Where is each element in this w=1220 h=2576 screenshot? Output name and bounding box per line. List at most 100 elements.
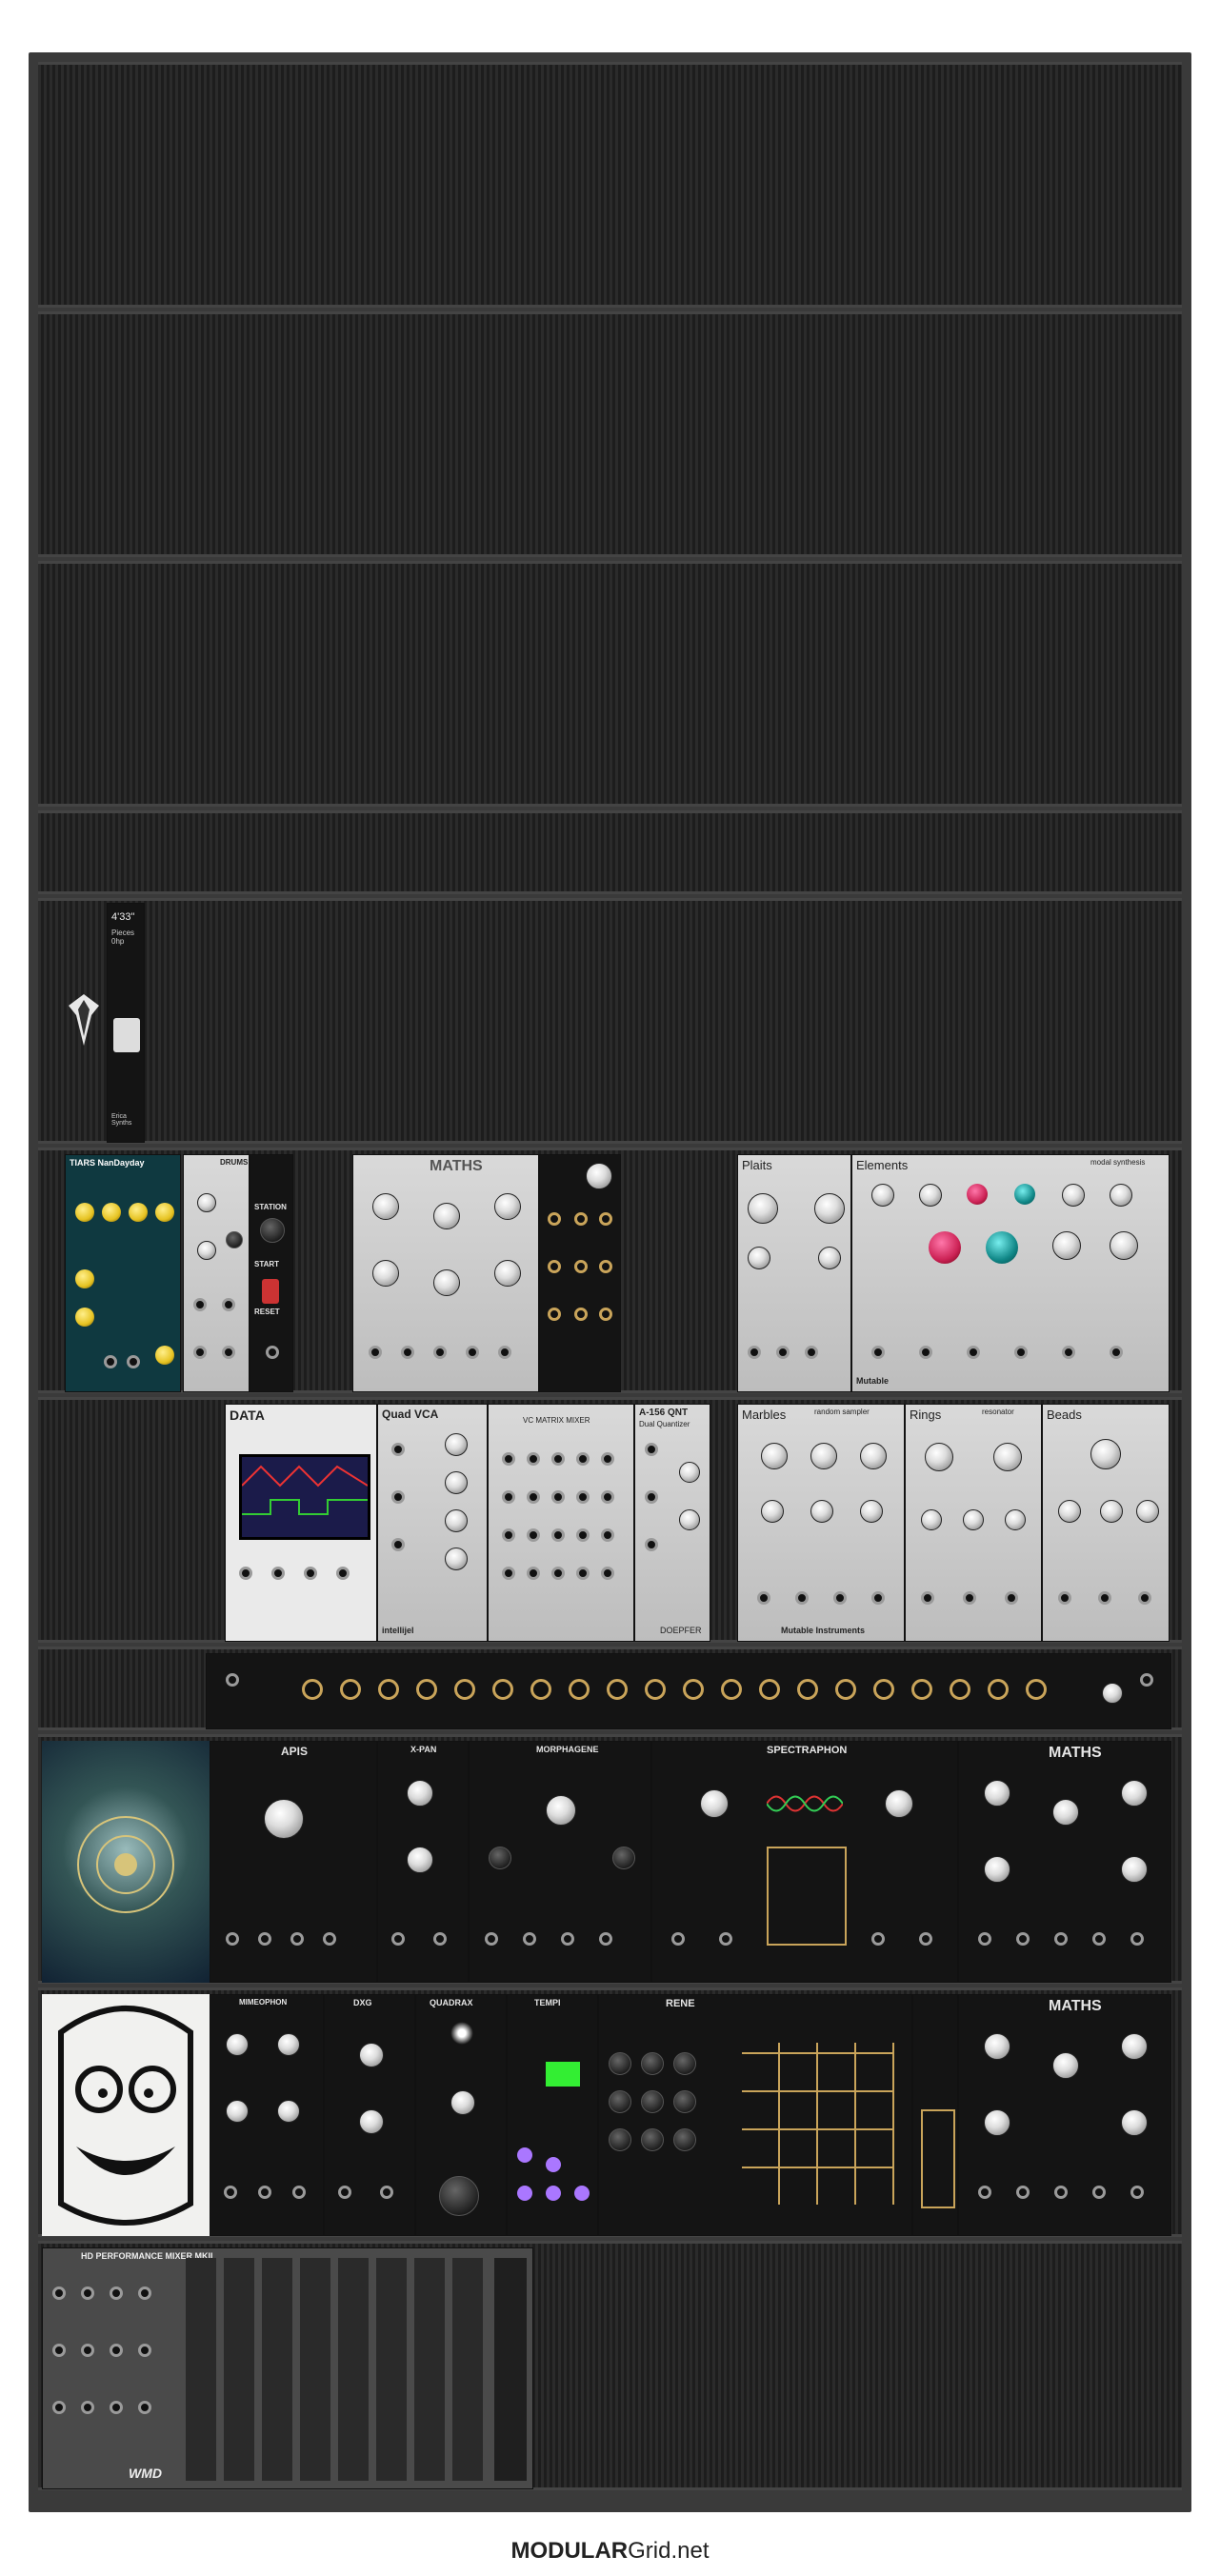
knob[interactable]	[494, 1193, 521, 1220]
jack[interactable]	[52, 2401, 66, 2414]
purple-button[interactable]	[574, 2186, 590, 2201]
jack[interactable]	[871, 1346, 885, 1359]
knob[interactable]	[871, 1184, 894, 1207]
jack[interactable]	[748, 1346, 761, 1359]
jack[interactable]	[258, 1932, 271, 1946]
module-quadrax[interactable]: QUADRAX	[415, 1994, 507, 2236]
knob[interactable]	[197, 1241, 216, 1260]
knob[interactable]	[359, 2109, 384, 2134]
jack[interactable]	[561, 1932, 574, 1946]
jack[interactable]	[601, 1567, 614, 1580]
jack[interactable]	[871, 1932, 885, 1946]
jack[interactable]	[599, 1932, 612, 1946]
module-spectraphon[interactable]: SPECTRAPHON	[651, 1741, 958, 1983]
jack[interactable]	[239, 1567, 252, 1580]
knob[interactable]	[700, 1789, 729, 1818]
jack[interactable]	[601, 1452, 614, 1466]
knob[interactable]	[586, 1163, 612, 1189]
module-plaits[interactable]: Plaits	[737, 1154, 851, 1392]
jack[interactable]	[433, 1932, 447, 1946]
jack[interactable]	[759, 1679, 780, 1700]
jack[interactable]	[502, 1490, 515, 1504]
jack[interactable]	[833, 1591, 847, 1605]
jack[interactable]	[110, 2401, 123, 2414]
jack[interactable]	[978, 1932, 991, 1946]
jack[interactable]	[607, 1679, 628, 1700]
jack[interactable]	[776, 1346, 790, 1359]
jack[interactable]	[551, 1567, 565, 1580]
module-xpan[interactable]: X-PAN	[377, 1741, 469, 1983]
jack[interactable]	[81, 2401, 94, 2414]
jack[interactable]	[224, 2186, 237, 2199]
jack[interactable]	[599, 1212, 612, 1226]
knob[interactable]	[1121, 1856, 1148, 1883]
station-knob[interactable]	[260, 1218, 285, 1243]
module-maths-2[interactable]: MATHS	[958, 1741, 1171, 1983]
jack[interactable]	[110, 2286, 123, 2300]
jack[interactable]	[1138, 1591, 1151, 1605]
jack[interactable]	[502, 1528, 515, 1542]
knob[interactable]	[1121, 1780, 1148, 1807]
jack[interactable]	[454, 1679, 475, 1700]
jack[interactable]	[302, 1679, 323, 1700]
jack[interactable]	[1054, 1932, 1068, 1946]
jack[interactable]	[369, 1346, 382, 1359]
module-vc-matrix[interactable]: VC MATRIX MIXER	[488, 1404, 634, 1642]
knob[interactable]	[226, 2033, 249, 2056]
jack[interactable]	[138, 2344, 151, 2357]
jack[interactable]	[323, 1932, 336, 1946]
jack[interactable]	[304, 1567, 317, 1580]
knob[interactable]	[450, 2090, 475, 2115]
jack[interactable]	[574, 1260, 588, 1273]
module-433[interactable]: 4'33" Pieces 0hp Erica Synths	[107, 903, 145, 1143]
jack[interactable]	[599, 1260, 612, 1273]
jack[interactable]	[416, 1679, 437, 1700]
module-dxg[interactable]: DXG	[324, 1994, 415, 2236]
knob[interactable]	[277, 2033, 300, 2056]
jack[interactable]	[757, 1591, 770, 1605]
module-rene[interactable]: RENE	[598, 1994, 912, 2236]
jack[interactable]	[601, 1528, 614, 1542]
knob[interactable]	[612, 1847, 635, 1869]
jack[interactable]	[81, 2286, 94, 2300]
knob[interactable]	[641, 2128, 664, 2151]
knob[interactable]	[761, 1443, 788, 1469]
jack[interactable]	[52, 2344, 66, 2357]
jack[interactable]	[569, 1679, 590, 1700]
modulargrid-brand[interactable]: MODULARGrid.net	[0, 2538, 1220, 2565]
jack[interactable]	[401, 1346, 414, 1359]
module-wmd-mixer[interactable]: HD PERFORMANCE MIXER MKII WMD	[42, 2247, 533, 2489]
knob[interactable]	[929, 1231, 961, 1264]
jack[interactable]	[52, 2286, 66, 2300]
jack[interactable]	[599, 1308, 612, 1321]
jack[interactable]	[576, 1490, 590, 1504]
knob[interactable]	[984, 2109, 1010, 2136]
purple-button[interactable]	[546, 2186, 561, 2201]
yellow-button-1[interactable]	[75, 1203, 94, 1222]
jack[interactable]	[1005, 1591, 1018, 1605]
knob[interactable]	[748, 1193, 778, 1224]
knob[interactable]	[885, 1789, 913, 1818]
jack[interactable]	[193, 1346, 207, 1359]
jack[interactable]	[226, 1673, 239, 1687]
jack[interactable]	[1062, 1346, 1075, 1359]
yellow-button-3[interactable]	[129, 1203, 148, 1222]
jack[interactable]	[871, 1591, 885, 1605]
purple-button[interactable]	[517, 2147, 532, 2163]
channel-strip-7[interactable]	[414, 2258, 445, 2481]
jack[interactable]	[548, 1260, 561, 1273]
jack[interactable]	[1092, 1932, 1106, 1946]
jack[interactable]	[873, 1679, 894, 1700]
knob[interactable]	[925, 1443, 953, 1471]
knob[interactable]	[1136, 1500, 1159, 1523]
knob[interactable]	[818, 1247, 841, 1269]
knob[interactable]	[984, 1780, 1010, 1807]
jack[interactable]	[1110, 1346, 1123, 1359]
jack[interactable]	[502, 1452, 515, 1466]
jack[interactable]	[258, 2186, 271, 2199]
knob[interactable]	[1100, 1500, 1123, 1523]
jack[interactable]	[527, 1490, 540, 1504]
module-tempi[interactable]: TEMPI	[507, 1994, 598, 2236]
knob[interactable]	[433, 1203, 460, 1229]
knob[interactable]	[264, 1799, 304, 1839]
